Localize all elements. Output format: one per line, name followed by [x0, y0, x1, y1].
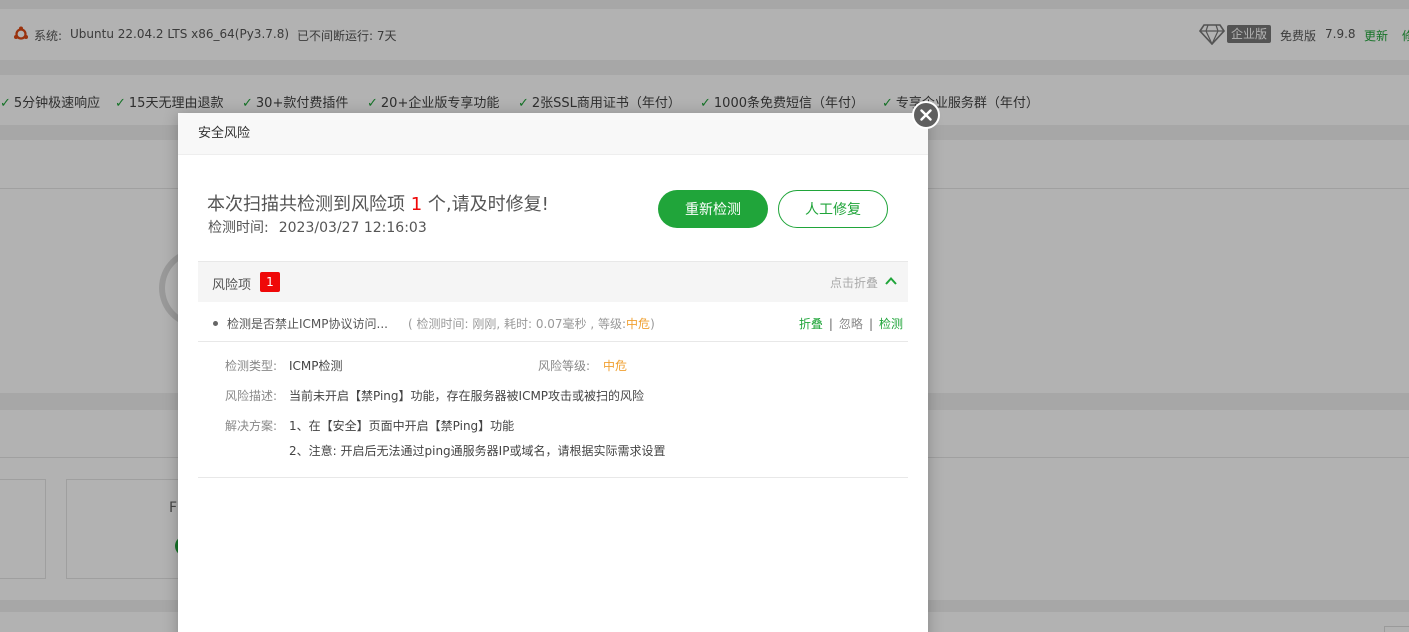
manual-fix-button[interactable]: 人工修复 — [778, 190, 888, 228]
risk-item-row: 检测是否禁止ICMP协议访问... ( 检测时间: 刚刚, 耗时: 0.07毫秒… — [198, 302, 908, 342]
scan-summary: 本次扫描共检测到风险项 1 个,请及时修复! — [207, 194, 549, 215]
check-link[interactable]: 检测 — [879, 317, 903, 331]
risk-item-actions: 折叠 | 忽略 | 检测 — [799, 315, 903, 332]
risk-desc-label: 风险描述: — [225, 389, 278, 403]
separator: | — [828, 317, 833, 331]
risk-desc-value: 当前未开启【禁Ping】功能，存在服务器被ICMP攻击或被扫的风险 — [289, 389, 645, 403]
detect-type-value: ICMP检测 — [289, 359, 343, 373]
detect-type-label: 检测类型: — [225, 359, 278, 373]
risk-item-name: 检测是否禁止ICMP协议访问... — [227, 317, 388, 331]
solution-step-1: 1、在【安全】页面中开启【禁Ping】功能 — [289, 419, 515, 433]
risk-level-label: 风险等级: — [538, 359, 591, 373]
risk-section-title: 风险项 — [212, 278, 252, 293]
scan-time-value: 2023/03/27 12:16:03 — [278, 220, 427, 236]
close-icon — [920, 109, 932, 121]
risk-count-badge: 1 — [260, 272, 280, 292]
risk-item-detail: 检测类型: ICMP检测 风险等级: 中危 风险描述: 当前未开启【禁Ping】… — [198, 342, 908, 478]
separator: | — [868, 317, 873, 331]
rescan-button[interactable]: 重新检测 — [658, 190, 768, 228]
security-risk-dialog: 安全风险 本次扫描共检测到风险项 1 个,请及时修复! 检测时间: 2023/03… — [178, 101, 940, 632]
close-button[interactable] — [912, 101, 940, 129]
fold-link[interactable]: 折叠 — [799, 317, 823, 331]
solution-label: 解决方案: — [225, 419, 278, 433]
bullet-icon — [213, 321, 218, 326]
chevron-up-icon[interactable] — [884, 275, 898, 287]
risk-count: 1 — [410, 194, 423, 215]
collapse-toggle[interactable]: 点击折叠 — [830, 274, 878, 291]
risk-level: 中危 — [626, 317, 651, 331]
scan-time: 检测时间: 2023/03/27 12:16:03 — [208, 220, 427, 236]
solution-step-2: 2、注意: 开启后无法通过ping通服务器IP或域名，请根据实际需求设置 — [289, 444, 666, 458]
risk-level-value: 中危 — [603, 359, 628, 373]
dialog-title: 安全风险 — [178, 113, 928, 155]
risk-section-header: 风险项 1 点击折叠 — [198, 261, 908, 302]
ignore-link[interactable]: 忽略 — [839, 317, 863, 331]
risk-item-meta: ( 检测时间: 刚刚, 耗时: 0.07毫秒 , 等级:中危) — [408, 317, 655, 331]
